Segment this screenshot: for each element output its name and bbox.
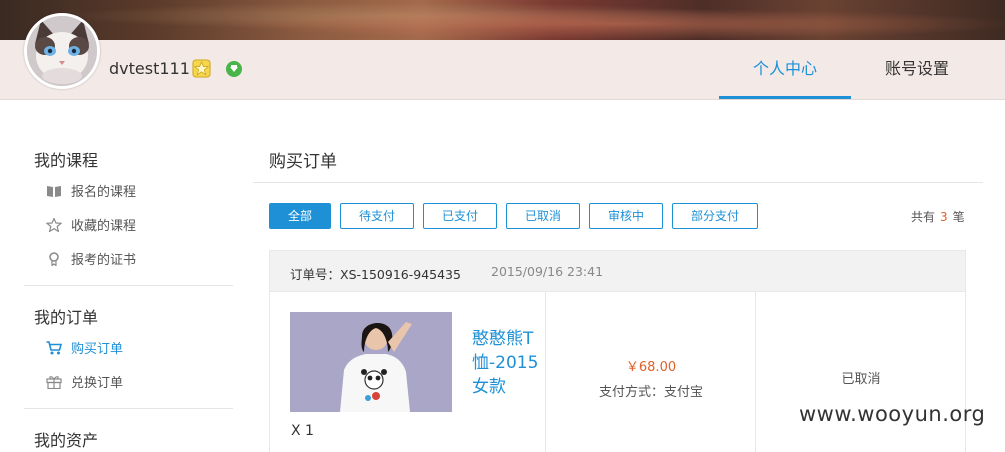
cart-icon: [46, 341, 62, 355]
product-quantity: X 1: [291, 423, 314, 439]
filter-cancelled-button[interactable]: 已取消: [506, 203, 580, 229]
filter-pending-payment-button[interactable]: 待支付: [340, 203, 414, 229]
order-row: 憨憨熊T恤-2015女款 X 1 ￥68.00 支付方式：支付宝 已取消: [269, 292, 966, 452]
title-divider: [253, 182, 983, 183]
watermark-text: www.wooyun.org: [799, 402, 986, 426]
order-total-count: 共有 3 笔: [911, 208, 965, 225]
gift-icon: [46, 376, 62, 389]
profile-banner: [0, 0, 1005, 40]
tab-personal-center[interactable]: 个人中心: [719, 40, 851, 99]
sidebar-item-favorite-courses[interactable]: 收藏的课程: [46, 215, 136, 234]
green-level-badge-icon[interactable]: [225, 60, 243, 78]
banner-glow: [0, 0, 1005, 40]
sidebar-item-label: 兑换订单: [71, 376, 124, 391]
total-prefix: 共有: [911, 210, 936, 224]
sidebar-group-my-assets: 我的资产: [34, 431, 99, 450]
medal-icon: [49, 252, 59, 266]
payment-method: 支付方式：支付宝: [598, 385, 703, 400]
product-name-link[interactable]: 憨憨熊T恤-2015女款: [472, 327, 538, 399]
star-outline-icon: [46, 218, 62, 232]
total-number: 3: [940, 210, 948, 224]
order-price: ￥68.00: [625, 360, 677, 375]
cat-avatar-icon: [27, 16, 97, 86]
sidebar-item-enrolled-courses[interactable]: 报名的课程: [46, 181, 136, 200]
username: dvtest111: [109, 59, 190, 78]
book-icon: [47, 186, 61, 197]
sidebar-group-my-courses: 我的课程: [34, 151, 99, 170]
filter-all-button[interactable]: 全部: [269, 203, 331, 229]
filter-paid-button[interactable]: 已支付: [423, 203, 497, 229]
tab-account-settings[interactable]: 账号设置: [851, 40, 983, 99]
sidebar-item-label: 收藏的课程: [71, 219, 137, 234]
star-badge-icon[interactable]: [192, 59, 211, 78]
sidebar-divider: [24, 408, 233, 409]
sidebar-group-my-orders: 我的订单: [34, 308, 99, 327]
product-image[interactable]: [290, 312, 452, 412]
sidebar-item-label: 购买订单: [71, 342, 124, 357]
sidebar-item-label: 报名的课程: [71, 185, 137, 200]
filter-reviewing-button[interactable]: 审核中: [589, 203, 663, 229]
page-title: 购买订单: [269, 152, 337, 172]
product-photo-icon: [290, 312, 452, 412]
sidebar-item-label: 报考的证书: [71, 253, 137, 268]
total-suffix: 笔: [952, 210, 965, 224]
order-time: 2015/09/16 23:41: [491, 264, 604, 279]
sidebar-item-purchase-orders[interactable]: 购买订单: [46, 338, 123, 357]
avatar[interactable]: [24, 13, 100, 89]
order-status: 已取消: [841, 372, 881, 387]
sidebar-item-certificates[interactable]: 报考的证书: [46, 249, 136, 268]
filter-partial-payment-button[interactable]: 部分支付: [672, 203, 758, 229]
order-number: 订单号：XS-150916-945435: [290, 267, 461, 282]
sidebar-item-redeem-orders[interactable]: 兑换订单: [46, 372, 123, 391]
order-header: 订单号：XS-150916-945435 2015/09/16 23:41: [269, 250, 966, 292]
sidebar-divider: [24, 285, 233, 286]
